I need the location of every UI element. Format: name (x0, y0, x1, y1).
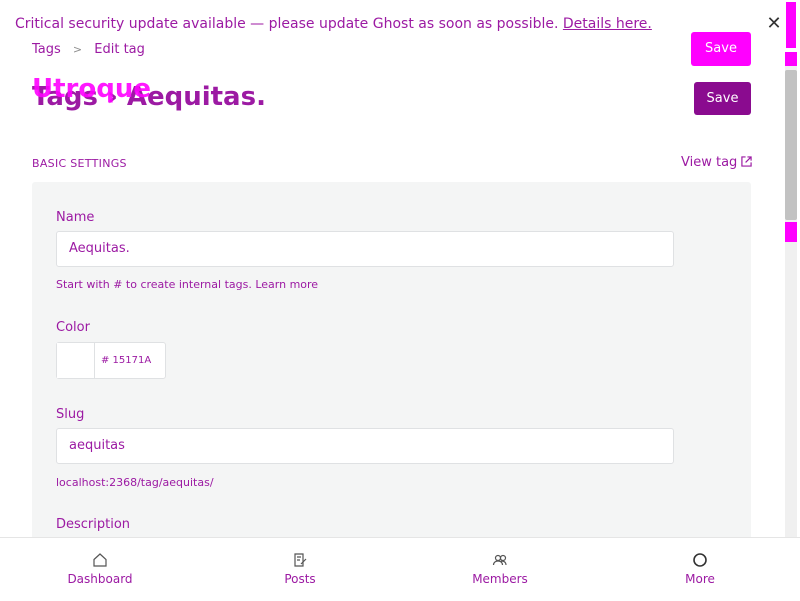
scroll-up-arrow-icon[interactable] (785, 52, 797, 66)
view-tag-label: View tag (681, 155, 738, 170)
save-button[interactable]: Save (694, 82, 751, 115)
breadcrumb-separator: > (72, 43, 83, 56)
update-banner: Critical security update available — ple… (0, 0, 800, 48)
house-icon (93, 553, 107, 567)
circle-icon (693, 553, 707, 567)
name-label: Name (56, 210, 95, 225)
color-swatch[interactable] (57, 343, 95, 378)
breadcrumb-current: Edit tag (94, 42, 145, 57)
breadcrumb: Tags > Edit tag (32, 42, 145, 57)
external-link-icon (741, 156, 752, 167)
nav-label-more: More (685, 572, 715, 586)
close-icon[interactable]: ✕ (766, 15, 782, 33)
name-value: Aequitas. (69, 241, 130, 256)
nav-label-dashboard: Dashboard (67, 572, 133, 586)
nav-label-posts: Posts (284, 572, 316, 586)
slug-url-hint: localhost:2368/tag/aequitas/ (56, 476, 214, 489)
color-label: Color (56, 320, 90, 335)
scroll-edge-marker (786, 2, 796, 48)
scrollbar-thumb[interactable] (785, 70, 797, 220)
banner-text: Critical security update available — ple… (15, 16, 652, 32)
edit-document-icon (294, 553, 307, 567)
slug-label: Slug (56, 407, 85, 422)
nav-label-members: Members (472, 572, 528, 586)
nav-item-members[interactable]: Members (430, 538, 570, 601)
save-button-top[interactable]: Save (691, 32, 751, 66)
name-field[interactable]: Aequitas. (56, 231, 674, 267)
name-hint: Start with # to create internal tags. Le… (56, 278, 319, 291)
nav-item-dashboard[interactable]: Dashboard (30, 538, 170, 601)
banner-message: Critical security update available — ple… (15, 16, 559, 32)
color-value: # 15171A (101, 355, 152, 366)
slug-value: aequitas (69, 438, 125, 453)
members-icon (492, 554, 507, 566)
nav-item-more[interactable]: More (630, 538, 770, 601)
section-heading: BASIC SETTINGS (32, 157, 127, 170)
view-tag-link[interactable]: View tag (681, 155, 752, 170)
slug-field[interactable]: aequitas (56, 428, 674, 464)
breadcrumb-tags-link[interactable]: Tags (32, 42, 61, 57)
banner-details-link[interactable]: Details here. (563, 16, 652, 32)
page-title-overlay: Utroque (32, 74, 151, 104)
bottom-nav: Dashboard Posts Members More (0, 537, 800, 601)
scrollbar-marker (785, 222, 797, 242)
color-field[interactable]: # 15171A (56, 342, 166, 379)
nav-item-posts[interactable]: Posts (230, 538, 370, 601)
description-label: Description (56, 517, 131, 532)
